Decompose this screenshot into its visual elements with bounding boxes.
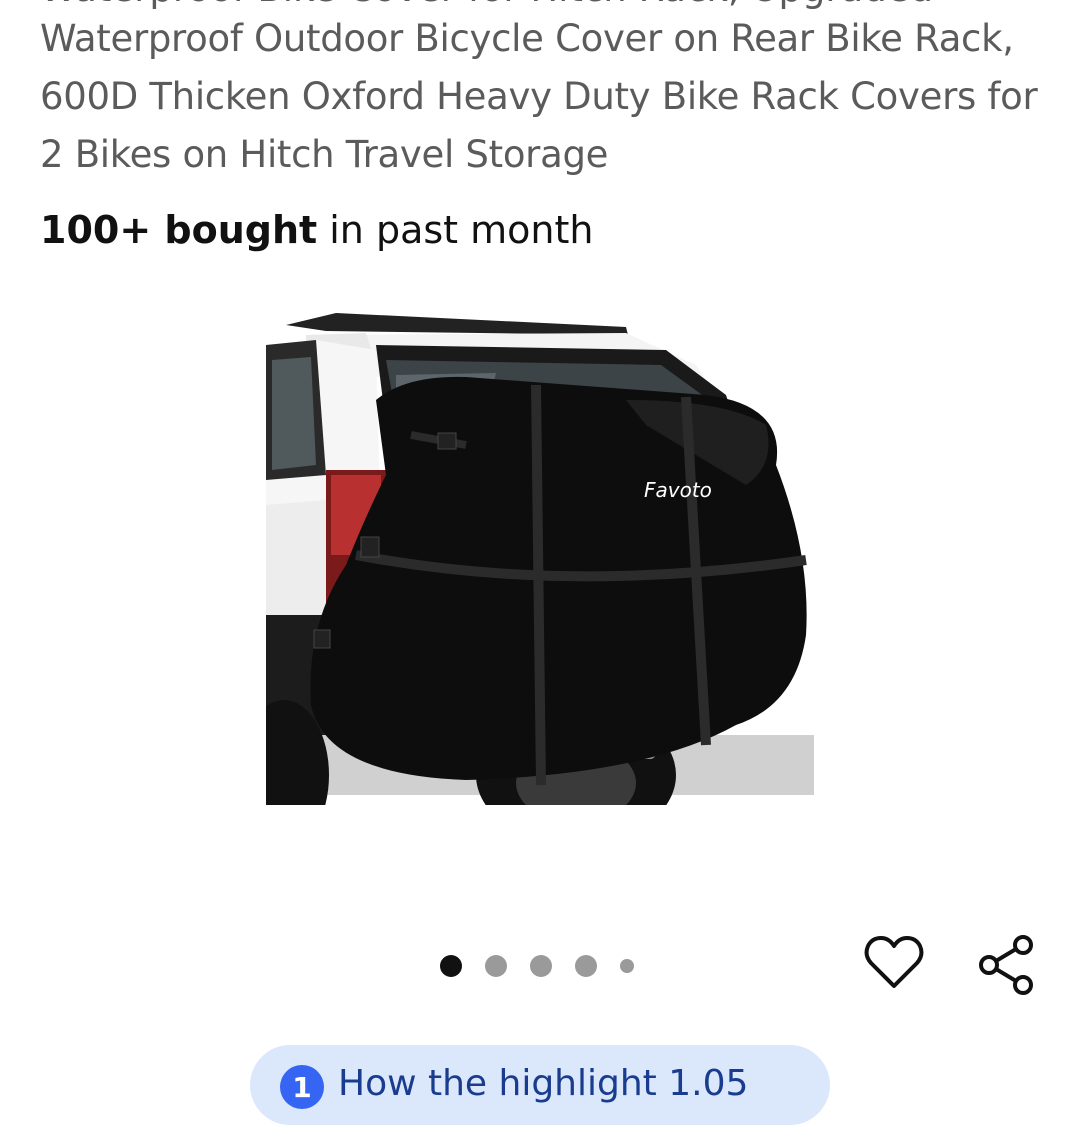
pagination-dot-5[interactable]	[620, 959, 634, 973]
highlight-text: How the highlight 1.05	[338, 1063, 749, 1104]
pagination-dot-4[interactable]	[575, 955, 597, 977]
pagination-dot-3[interactable]	[530, 955, 552, 977]
sales-count: 100+ bought in past month	[40, 202, 594, 258]
highlight-pill[interactable]: 1 How the highlight 1.05	[250, 1045, 830, 1125]
highlight-badge: 1	[280, 1065, 324, 1109]
heart-outline-icon[interactable]	[862, 930, 926, 994]
sales-count-rest: in past month	[317, 208, 594, 252]
product-image[interactable]: Favoto	[266, 305, 814, 842]
image-pagination[interactable]	[440, 954, 634, 978]
pagination-dot-1[interactable]	[440, 955, 462, 977]
brand-logo-text: Favoto	[644, 478, 712, 502]
share-icon[interactable]	[975, 932, 1039, 996]
pagination-dot-2[interactable]	[485, 955, 507, 977]
sales-count-strong: 100+ bought	[40, 208, 318, 252]
listing-title: Waterproof Outdoor Bicycle Cover on Rear…	[40, 17, 1038, 176]
